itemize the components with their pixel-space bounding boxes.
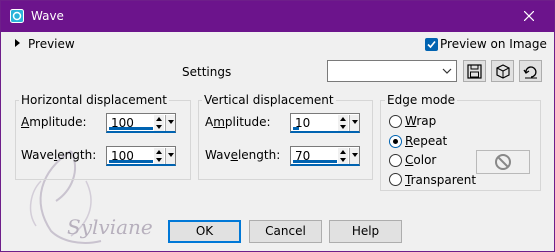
help-button[interactable]: Help xyxy=(329,220,402,243)
horizontal-amplitude-dropdown-icon[interactable] xyxy=(165,115,175,131)
horizontal-wavelength-slider[interactable] xyxy=(109,160,153,163)
wave-dialog: Wave Preview Preview on Image Settings S… xyxy=(0,0,555,252)
horizontal-displacement-group xyxy=(15,100,191,180)
decrement-icon[interactable] xyxy=(154,156,164,164)
edge-transparent-label[interactable]: Transparent xyxy=(405,173,476,187)
horizontal-displacement-title: Horizontal displacement xyxy=(19,93,169,107)
horizontal-amplitude-stepper[interactable] xyxy=(154,115,164,131)
edge-repeat-label[interactable]: Repeat xyxy=(405,134,447,148)
horizontal-wavelength-spinbox[interactable]: 100 xyxy=(106,146,176,166)
edge-repeat-radio[interactable] xyxy=(389,135,402,148)
vertical-wavelength-spinbox[interactable]: 70 xyxy=(290,146,360,166)
horizontal-amplitude-spinbox[interactable]: 100 xyxy=(106,113,176,133)
increment-icon[interactable] xyxy=(154,115,164,123)
chevron-down-icon xyxy=(442,68,452,74)
vertical-amplitude-spinbox[interactable]: 10 xyxy=(290,113,360,133)
title-bar: Wave xyxy=(1,1,554,32)
checkmark-icon xyxy=(427,40,436,49)
vertical-wavelength-dropdown-icon[interactable] xyxy=(349,148,359,164)
vertical-wavelength-slider[interactable] xyxy=(293,160,337,163)
preset-combobox[interactable] xyxy=(327,60,457,82)
horizontal-wavelength-label: Wavelength: xyxy=(21,148,97,162)
preview-on-image-label[interactable]: Preview on Image xyxy=(440,37,547,51)
settings-label: Settings xyxy=(182,65,232,79)
increment-icon[interactable] xyxy=(338,148,348,156)
edge-transparent-radio[interactable] xyxy=(389,173,402,186)
horizontal-amplitude-label: Amplitude: xyxy=(21,115,87,129)
app-icon xyxy=(10,9,24,23)
vertical-wavelength-label: Wavelength: xyxy=(205,148,281,162)
no-color-icon xyxy=(495,154,511,170)
save-preset-icon xyxy=(467,64,482,79)
reset-icon xyxy=(523,66,537,79)
randomize-button[interactable] xyxy=(491,60,514,82)
vertical-amplitude-slider[interactable] xyxy=(293,127,299,130)
ok-button[interactable]: OK xyxy=(168,220,241,243)
close-icon xyxy=(524,11,534,21)
horizontal-wavelength-dropdown-icon[interactable] xyxy=(165,148,175,164)
edge-color-swatch[interactable] xyxy=(476,150,530,174)
decrement-icon[interactable] xyxy=(338,123,348,131)
preview-toggle-label[interactable]: Preview xyxy=(28,37,75,51)
vertical-wavelength-stepper[interactable] xyxy=(338,148,348,164)
horizontal-wavelength-stepper[interactable] xyxy=(154,148,164,164)
edge-color-label[interactable]: Color xyxy=(405,153,436,167)
vertical-amplitude-dropdown-icon[interactable] xyxy=(349,115,359,131)
preview-expand-arrow-icon[interactable] xyxy=(15,39,20,47)
preview-on-image-checkbox[interactable] xyxy=(425,38,438,51)
save-preset-button[interactable] xyxy=(463,60,486,82)
random-icon xyxy=(496,64,510,79)
horizontal-amplitude-slider[interactable] xyxy=(109,127,153,130)
reset-button[interactable] xyxy=(519,60,542,82)
vertical-amplitude-stepper[interactable] xyxy=(338,115,348,131)
decrement-icon[interactable] xyxy=(338,156,348,164)
cancel-button[interactable]: Cancel xyxy=(249,220,322,243)
edge-mode-title: Edge mode xyxy=(385,93,458,107)
increment-icon[interactable] xyxy=(338,115,348,123)
close-button[interactable] xyxy=(510,4,548,28)
edge-wrap-label[interactable]: Wrap xyxy=(405,114,436,128)
edge-color-radio[interactable] xyxy=(389,154,402,167)
vertical-displacement-title: Vertical displacement xyxy=(202,93,336,107)
vertical-amplitude-label: Amplitude: xyxy=(205,115,271,129)
decrement-icon[interactable] xyxy=(154,123,164,131)
edge-wrap-radio[interactable] xyxy=(389,115,402,128)
increment-icon[interactable] xyxy=(154,148,164,156)
vertical-displacement-group xyxy=(198,100,373,180)
window-title: Wave xyxy=(31,9,64,23)
watermark-text: Sylviane xyxy=(67,215,153,239)
